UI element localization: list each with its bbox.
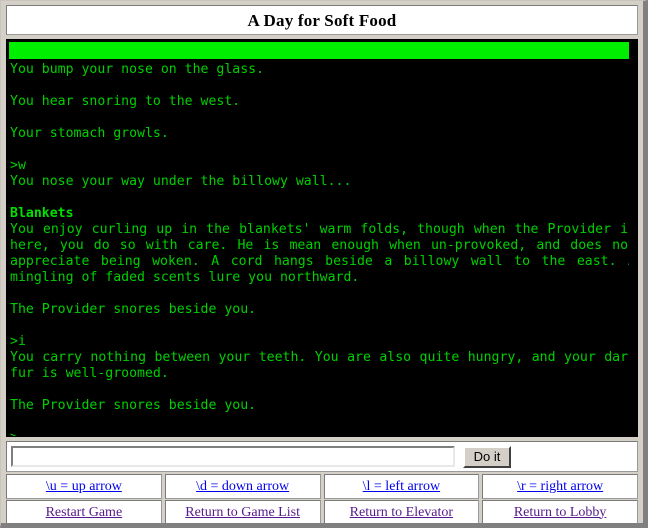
room-heading: Blankets bbox=[10, 206, 74, 221]
transcript-line: You bump your nose on the glass. bbox=[10, 62, 265, 77]
command-input[interactable] bbox=[11, 446, 455, 467]
transcript-blank-line bbox=[10, 318, 636, 334]
nav-link-d-down-arrow[interactable]: \d = down arrow bbox=[196, 479, 289, 495]
nav-link-cell[interactable]: \l = left arrow bbox=[323, 474, 480, 499]
nav-link-return-to-lobby[interactable]: Return to Lobby bbox=[514, 505, 607, 521]
transcript-blank-line bbox=[10, 414, 636, 430]
title-panel: A Day for Soft Food bbox=[6, 5, 638, 35]
arrow-shortcut-row: \u = up arrow \d = down arrow \l = left ar… bbox=[6, 474, 638, 499]
transcript-line: The Provider snores beside you. bbox=[10, 398, 257, 413]
transcript-text: You bump your nose on the glass. You hea… bbox=[10, 62, 636, 436]
nav-link-restart-game[interactable]: Restart Game bbox=[46, 505, 123, 521]
transcript-line: Your stomach growls. bbox=[10, 126, 169, 141]
command-echo: >i bbox=[10, 334, 26, 349]
transcript-paragraph: You carry nothing between your teeth. Yo… bbox=[10, 350, 636, 381]
nav-link-r-right-arrow[interactable]: \r = right arrow bbox=[517, 479, 603, 495]
nav-link-cell[interactable]: Return to Game List bbox=[164, 500, 321, 523]
nav-link-cell[interactable]: \r = right arrow bbox=[482, 474, 638, 499]
transcript-line: You hear snoring to the west. bbox=[10, 94, 241, 109]
transcript-blank-line bbox=[10, 382, 636, 398]
transcript-paragraph: You enjoy curling up in the blankets' wa… bbox=[10, 222, 636, 285]
game-navigation-row: Restart Game Return to Game List Return to… bbox=[6, 500, 638, 523]
command-echo: >_ bbox=[10, 430, 636, 436]
transcript-blank-line bbox=[10, 78, 636, 94]
nav-link-return-to-game-list[interactable]: Return to Game List bbox=[185, 505, 300, 521]
nav-link-cell[interactable]: Return to Elevator bbox=[323, 500, 480, 523]
status-bar bbox=[9, 42, 636, 59]
nav-link-return-to-elevator[interactable]: Return to Elevator bbox=[350, 505, 453, 521]
nav-link-cell[interactable]: \d = down arrow bbox=[164, 474, 321, 499]
transcript-blank-line bbox=[10, 286, 636, 302]
transcript-panel: You bump your nose on the glass. You hea… bbox=[6, 39, 638, 437]
game-window: A Day for Soft Food You bump your nose o… bbox=[0, 0, 648, 528]
do-it-button[interactable]: Do it bbox=[463, 446, 511, 468]
nav-link-cell[interactable]: Return to Lobby bbox=[482, 500, 638, 523]
transcript-blank-line bbox=[10, 142, 636, 158]
command-echo: >w bbox=[10, 158, 26, 173]
transcript-blank-line bbox=[10, 190, 636, 206]
transcript-line: You nose your way under the billowy wall… bbox=[10, 174, 352, 189]
command-panel: Do it bbox=[6, 441, 638, 472]
nav-link-cell[interactable]: Restart Game bbox=[6, 500, 162, 523]
transcript-blank-line bbox=[10, 110, 636, 126]
nav-link-l-left-arrow[interactable]: \l = left arrow bbox=[363, 479, 440, 495]
transcript-scrollbar[interactable] bbox=[629, 40, 637, 436]
nav-link-u-up-arrow[interactable]: \u = up arrow bbox=[46, 479, 122, 495]
transcript-line: The Provider snores beside you. bbox=[10, 302, 257, 317]
nav-link-cell[interactable]: \u = up arrow bbox=[6, 474, 162, 499]
page-title: A Day for Soft Food bbox=[247, 10, 397, 30]
